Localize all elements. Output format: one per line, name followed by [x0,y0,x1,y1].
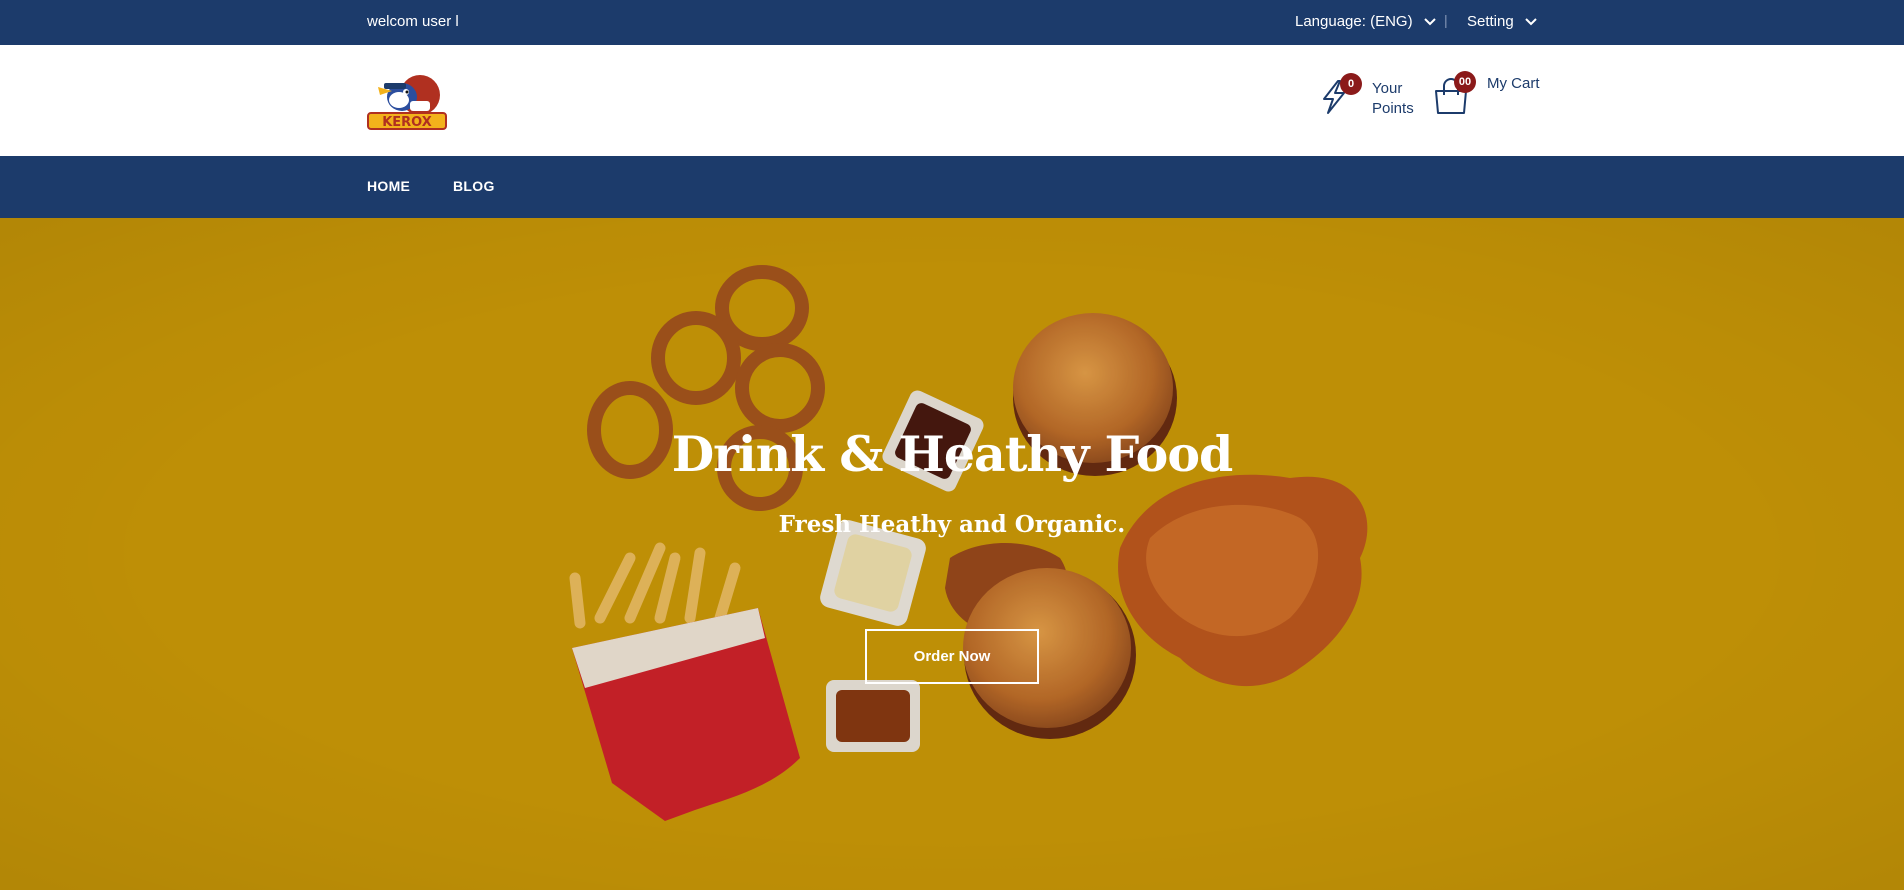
site-logo[interactable]: KEROX [366,73,448,131]
my-cart[interactable]: 00 My Cart [1432,71,1542,117]
setting-label: Setting [1467,13,1514,30]
site-header: KEROX 0 Your Points 00 My Cart [0,45,1904,156]
cart-count-badge: 00 [1454,71,1476,93]
cart-label: My Cart [1487,75,1540,92]
hero-banner: Drink & Heathy Food Fresh Heathy and Org… [0,218,1904,890]
logo-text: KEROX [382,115,432,130]
top-bar: welcom user l Language: (ENG) | Setting [0,0,1904,45]
nav-item-home[interactable]: HOME [367,178,410,194]
order-now-button[interactable]: Order Now [865,629,1039,684]
chevron-down-icon [1524,17,1537,25]
nav-item-blog[interactable]: BLOG [453,178,495,194]
welcome-message: welcom user l [367,13,459,30]
points-count-badge: 0 [1340,73,1362,95]
topbar-separator: | [1444,12,1448,28]
hero-subtitle: Fresh Heathy and Organic. [778,511,1126,538]
your-points[interactable]: 0 Your Points [1320,71,1420,117]
chevron-down-icon [1423,17,1436,25]
main-nav: HOME BLOG [0,156,1904,218]
points-label-line2: Points [1372,100,1414,117]
setting-dropdown[interactable]: Setting [1467,13,1538,30]
language-dropdown[interactable]: Language: (ENG) [1295,13,1437,30]
points-label: Your Points [1372,79,1414,119]
points-label-line1: Your [1372,80,1403,97]
hero-food-image [0,218,1904,890]
language-label: Language: (ENG) [1295,13,1413,30]
logo-mascot-icon: KEROX [367,75,447,130]
hero-title: Drink & Heathy Food [671,425,1234,483]
